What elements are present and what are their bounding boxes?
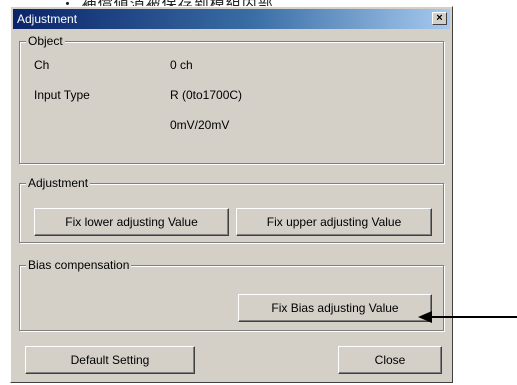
adjustment-group: Adjustment Fix lower adjusting Value Fix… — [19, 176, 444, 243]
fix-lower-button[interactable]: Fix lower adjusting Value — [34, 208, 229, 236]
default-setting-button[interactable]: Default Setting — [25, 346, 195, 374]
bias-compensation-group: Bias compensation Fix Bias adjusting Val… — [19, 258, 444, 331]
close-button[interactable]: Close — [338, 346, 442, 374]
adjustment-group-legend: Adjustment — [26, 176, 91, 190]
bias-group-legend: Bias compensation — [26, 258, 132, 272]
object-group: Object Ch 0 ch Input Type R (0to1700C) 0… — [19, 34, 444, 164]
range-value: 0mV/20mV — [170, 118, 230, 132]
close-icon: × — [436, 12, 443, 24]
dialog-title: Adjustment — [17, 12, 78, 26]
arrow-head — [418, 311, 432, 323]
input-type-value: R (0to1700C) — [170, 88, 243, 102]
adjustment-dialog: Adjustment × Object Ch 0 ch Input Type R… — [10, 6, 453, 383]
ch-value: 0 ch — [170, 58, 193, 72]
object-group-legend: Object — [26, 34, 65, 48]
close-window-button[interactable]: × — [432, 12, 447, 25]
fix-bias-button[interactable]: Fix Bias adjusting Value — [238, 294, 432, 322]
annotation-arrow — [418, 311, 517, 323]
fix-upper-button[interactable]: Fix upper adjusting Value — [236, 208, 432, 236]
title-bar[interactable]: Adjustment × — [13, 9, 450, 29]
ch-label: Ch — [34, 58, 50, 72]
input-type-label: Input Type — [34, 88, 90, 102]
